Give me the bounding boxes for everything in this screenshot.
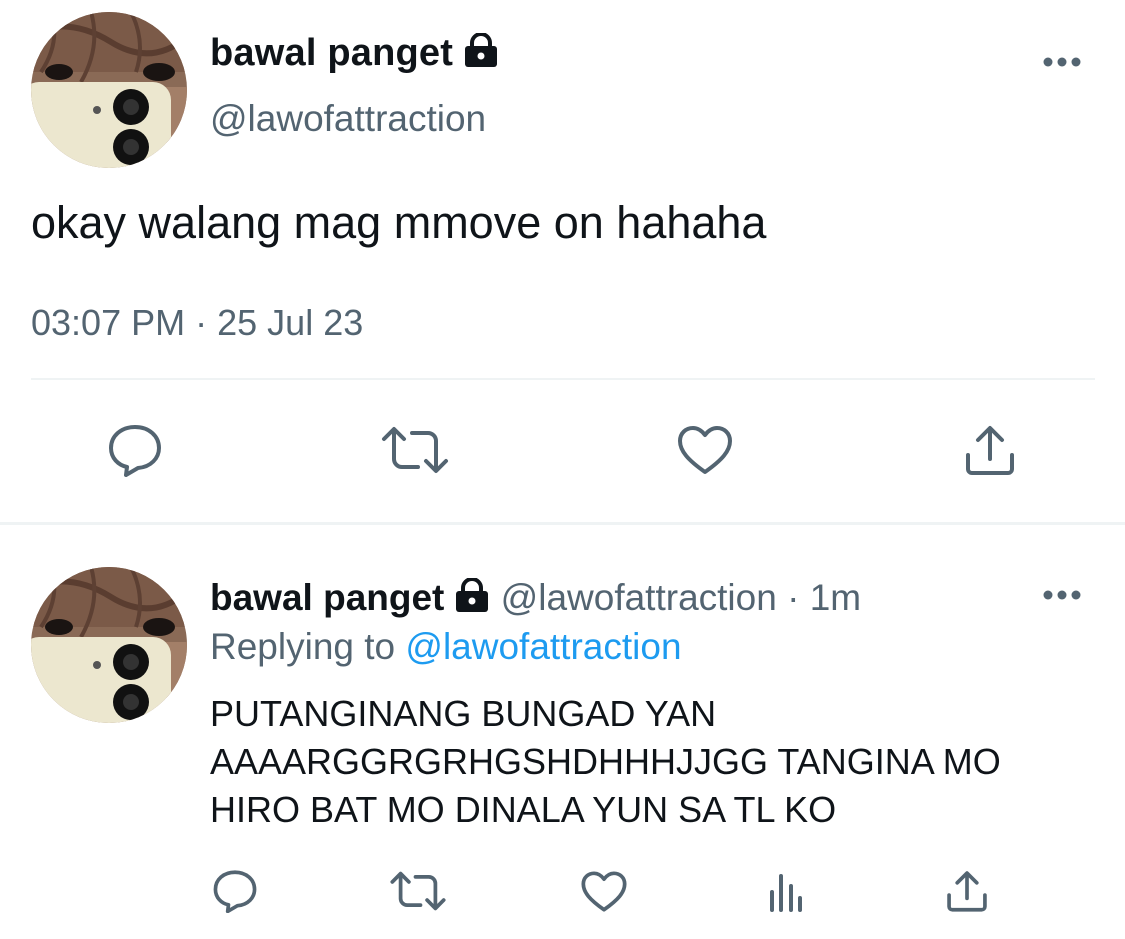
views-icon bbox=[770, 874, 802, 912]
retweet-icon bbox=[382, 427, 448, 473]
reply-avatar[interactable] bbox=[31, 567, 187, 723]
reply-button[interactable] bbox=[105, 420, 165, 480]
share-icon bbox=[947, 871, 987, 912]
separator: · bbox=[787, 577, 800, 618]
share-icon bbox=[966, 426, 1014, 475]
reply-line: HIRO BAT MO DINALA YUN SA TL KO bbox=[210, 789, 837, 830]
reply-text: PUTANGINANG BUNGAD YAN AAAARGGRGRHGSHDHH… bbox=[210, 690, 1090, 834]
reply-age[interactable]: 1m bbox=[810, 577, 861, 618]
reply-icon bbox=[109, 425, 161, 477]
tweet-time: 03:07 PM bbox=[31, 302, 186, 343]
reply-retweet-button[interactable] bbox=[385, 866, 451, 916]
share-button[interactable] bbox=[960, 420, 1020, 480]
reply-more-icon[interactable] bbox=[1042, 588, 1082, 607]
separator: · bbox=[195, 302, 208, 343]
tweet-date: 25 Jul 23 bbox=[217, 302, 364, 343]
reply-share-button[interactable] bbox=[942, 866, 992, 916]
reply-display-name[interactable]: bawal panget bbox=[210, 577, 444, 618]
reply-icon bbox=[213, 870, 257, 913]
replying-to: Replying to @lawofattraction bbox=[210, 626, 682, 668]
handle[interactable]: @lawofattraction bbox=[210, 98, 486, 140]
section-divider bbox=[0, 522, 1125, 525]
replying-to-link[interactable]: @lawofattraction bbox=[405, 626, 681, 667]
lock-icon bbox=[454, 577, 490, 621]
like-icon bbox=[678, 426, 732, 474]
display-name[interactable]: bawal panget bbox=[210, 32, 499, 77]
divider bbox=[31, 378, 1095, 380]
more-icon[interactable] bbox=[1042, 55, 1082, 74]
avatar[interactable] bbox=[31, 12, 187, 168]
retweet-icon bbox=[390, 871, 446, 911]
display-name-text: bawal panget bbox=[210, 32, 454, 74]
reply-header: bawal panget @lawofattraction · 1m bbox=[210, 577, 861, 621]
reply-handle[interactable]: @lawofattraction bbox=[501, 577, 777, 618]
like-icon bbox=[581, 870, 627, 912]
retweet-button[interactable] bbox=[375, 420, 455, 480]
reply-line: PUTANGINANG BUNGAD YAN bbox=[210, 693, 717, 734]
reply-line: AAAARGGRGRHGSHDHHHJJGG TANGINA MO bbox=[210, 741, 1001, 782]
reply-reply-button[interactable] bbox=[210, 866, 260, 916]
timestamp[interactable]: 03:07 PM · 25 Jul 23 bbox=[31, 302, 363, 344]
tweet-text: okay walang mag mmove on hahaha bbox=[31, 197, 767, 248]
reply-views-button[interactable] bbox=[763, 866, 809, 916]
lock-icon bbox=[463, 32, 499, 77]
like-button[interactable] bbox=[675, 420, 735, 480]
reply-like-button[interactable] bbox=[578, 866, 630, 916]
replying-prefix: Replying to bbox=[210, 626, 396, 667]
